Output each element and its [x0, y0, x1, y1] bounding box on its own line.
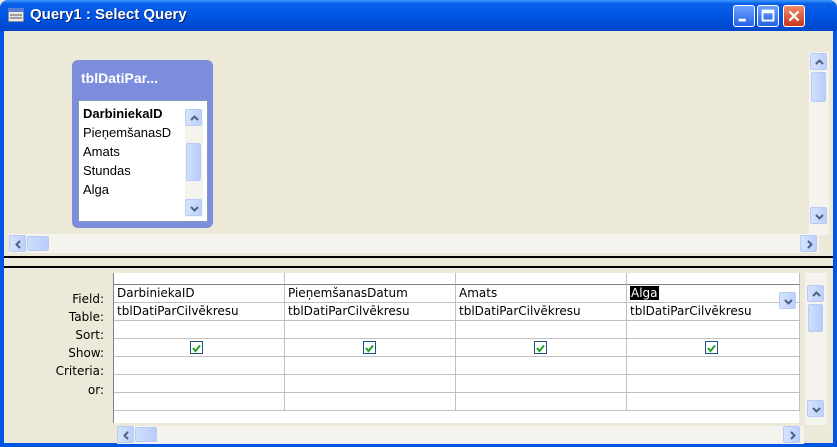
chevron-right-icon [807, 240, 813, 249]
maximize-icon [761, 9, 775, 22]
chevron-up-icon [190, 115, 199, 121]
row-label-show: Show: [68, 346, 104, 360]
scroll-thumb[interactable] [811, 72, 826, 102]
column-selector[interactable] [285, 273, 456, 285]
field-cell[interactable]: PieņemšanasDatum [285, 285, 456, 303]
show-checkbox[interactable] [190, 341, 203, 354]
close-icon [788, 10, 800, 22]
scroll-thumb[interactable] [186, 143, 201, 181]
scroll-up-button[interactable] [810, 53, 827, 70]
checkmark-icon [192, 344, 201, 353]
grid-vertical-scrollbar[interactable] [805, 273, 827, 425]
checkmark-icon [707, 344, 716, 353]
chevron-right-icon [790, 431, 796, 440]
sort-cell[interactable] [114, 321, 285, 339]
table-cell[interactable]: tblDatiParCilvēkresu [285, 303, 456, 321]
show-cell [627, 339, 800, 357]
table-pane-horizontal-scrollbar[interactable] [9, 234, 819, 253]
or-cell[interactable] [114, 375, 285, 393]
show-checkbox[interactable] [534, 341, 547, 354]
field-list-item[interactable]: Stundas [83, 163, 179, 178]
sort-cell[interactable] [285, 321, 456, 339]
chevron-down-icon [784, 299, 793, 305]
row-label-sort: Sort: [75, 328, 104, 342]
table-cell[interactable]: tblDatiParCilvēkresu [114, 303, 285, 321]
query-design-grid[interactable]: DarbiniekaID tblDatiParCilvēkresu Pieņem… [113, 273, 800, 423]
scroll-right-button[interactable] [800, 235, 817, 252]
or-cell[interactable] [285, 375, 456, 393]
field-list-title: tblDatiPar... [81, 70, 159, 86]
field-list-item[interactable]: Amats [83, 144, 179, 159]
sort-cell[interactable] [456, 321, 627, 339]
column-selector[interactable] [456, 273, 627, 285]
chevron-left-icon [123, 431, 129, 440]
scroll-right-button[interactable] [783, 426, 800, 443]
scroll-up-button[interactable] [185, 109, 202, 126]
column-selector[interactable] [114, 273, 285, 285]
field-list-item[interactable]: PieņemšanasD [83, 125, 179, 140]
field-list-item[interactable]: Alga [83, 182, 179, 197]
field-dropdown-button[interactable] [779, 292, 796, 309]
scroll-left-button[interactable] [117, 426, 134, 443]
empty-cell[interactable] [627, 393, 800, 411]
field-cell-selected-text: Alga [630, 286, 659, 300]
column-selector[interactable] [627, 273, 800, 285]
criteria-cell[interactable] [285, 357, 456, 375]
criteria-cell[interactable] [456, 357, 627, 375]
show-checkbox[interactable] [363, 341, 376, 354]
show-cell [114, 339, 285, 357]
show-checkbox[interactable] [705, 341, 718, 354]
sort-cell[interactable] [627, 321, 800, 339]
minimize-icon [738, 18, 746, 22]
table-cell[interactable]: tblDatiParCilvēkresu [456, 303, 627, 321]
field-cell[interactable]: Amats [456, 285, 627, 303]
chevron-up-icon [815, 59, 824, 65]
or-cell[interactable] [627, 375, 800, 393]
scroll-down-button[interactable] [810, 207, 827, 224]
table-pane-vertical-scrollbar[interactable] [809, 52, 829, 235]
query-icon [8, 8, 24, 22]
scroll-left-button[interactable] [9, 235, 26, 252]
scroll-thumb[interactable] [27, 236, 49, 251]
maximize-button[interactable] [757, 5, 779, 27]
scroll-thumb[interactable] [135, 427, 157, 442]
grid-horizontal-scrollbar[interactable] [117, 426, 804, 444]
empty-cell[interactable] [456, 393, 627, 411]
chevron-down-icon [190, 206, 199, 212]
show-cell [456, 339, 627, 357]
field-list-scrollbar[interactable] [185, 109, 203, 217]
field-cell[interactable]: Alga [627, 285, 800, 303]
close-button[interactable] [783, 5, 805, 27]
scroll-down-button[interactable] [185, 199, 202, 216]
field-list-item[interactable]: DarbiniekaID [83, 106, 179, 121]
chevron-left-icon [15, 240, 21, 249]
row-label-or: or: [87, 383, 104, 397]
or-cell[interactable] [456, 375, 627, 393]
field-cell[interactable]: DarbiniekaID [114, 285, 285, 303]
title-bar[interactable]: Query1 : Select Query [0, 0, 837, 31]
chevron-up-icon [812, 291, 821, 297]
criteria-cell[interactable] [114, 357, 285, 375]
empty-cell[interactable] [285, 393, 456, 411]
checkmark-icon [536, 344, 545, 353]
scroll-thumb[interactable] [808, 304, 823, 332]
show-cell [285, 339, 456, 357]
chevron-down-icon [815, 214, 824, 220]
empty-cell[interactable] [114, 393, 285, 411]
scroll-down-button[interactable] [807, 400, 824, 417]
chevron-down-icon [812, 407, 821, 413]
row-label-criteria: Criteria: [55, 364, 104, 378]
checkmark-icon [365, 344, 374, 353]
window-title: Query1 : Select Query [30, 6, 187, 23]
pane-splitter[interactable] [4, 256, 833, 268]
row-label-field: Field: [72, 292, 104, 306]
table-cell[interactable]: tblDatiParCilvēkresu [627, 303, 800, 321]
row-label-table: Table: [68, 310, 104, 324]
scroll-up-button[interactable] [807, 285, 824, 302]
minimize-button[interactable] [733, 5, 755, 27]
criteria-cell[interactable] [627, 357, 800, 375]
